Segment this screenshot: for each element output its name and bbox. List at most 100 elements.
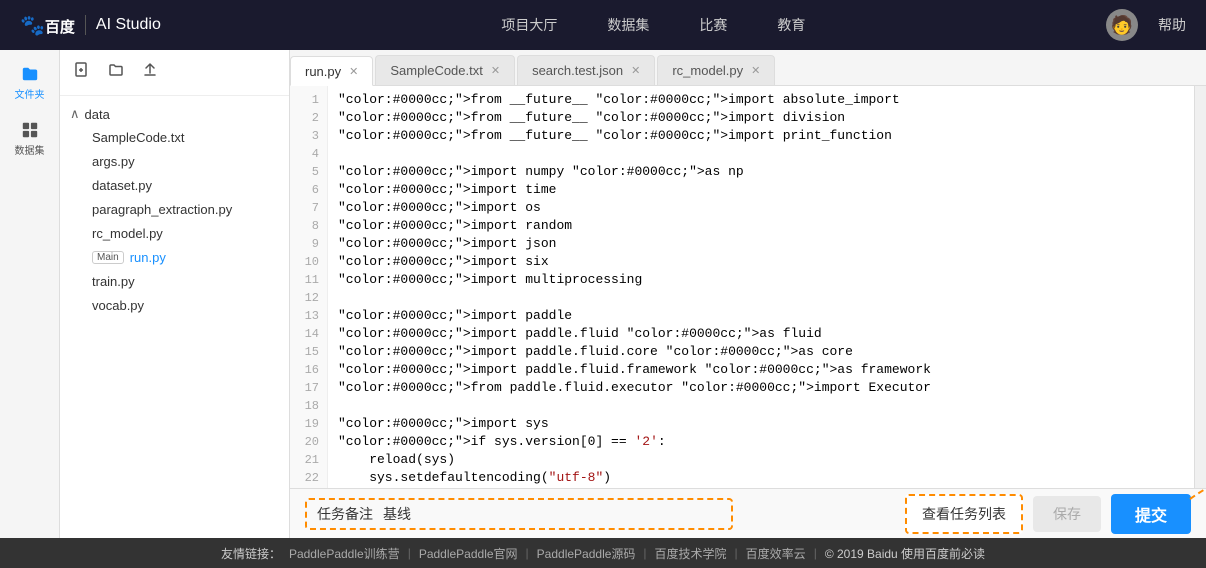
- scrollbar-vertical[interactable]: [1194, 86, 1206, 488]
- new-folder-button[interactable]: [104, 60, 128, 85]
- new-file-button[interactable]: [70, 60, 94, 85]
- file-tree: ∧ data SampleCode.txt args.py dataset.py…: [60, 50, 290, 538]
- main-layout: 文件夹 数据集: [0, 50, 1206, 538]
- code-line: "color:#0000cc;">import random: [338, 217, 1184, 235]
- submit-button[interactable]: 提交: [1111, 494, 1191, 534]
- baidu-logo: 🐾百度: [20, 13, 75, 38]
- tab-close-icon[interactable]: ✕: [491, 64, 500, 77]
- nav-link-projects[interactable]: 项目大厅: [501, 15, 557, 35]
- code-line: "color:#0000cc;">from __future__ "color:…: [338, 127, 1184, 145]
- code-line: [338, 145, 1184, 163]
- file-list: SampleCode.txt args.py dataset.py paragr…: [70, 128, 279, 315]
- editor-area: run.py ✕ SampleCode.txt ✕ search.test.js…: [290, 50, 1206, 538]
- tab-run-py[interactable]: run.py ✕: [290, 56, 373, 86]
- code-line: "color:#0000cc;">import os: [338, 199, 1184, 217]
- line-number: 20: [290, 433, 327, 451]
- file-item[interactable]: dataset.py: [88, 176, 279, 195]
- nav-link-datasets[interactable]: 数据集: [607, 15, 649, 35]
- line-number: 7: [290, 199, 327, 217]
- code-line: [338, 289, 1184, 307]
- tab-label: search.test.json: [532, 63, 623, 78]
- file-item[interactable]: vocab.py: [88, 296, 279, 315]
- line-number: 14: [290, 325, 327, 343]
- sidebar-item-files[interactable]: 文件夹: [12, 65, 48, 101]
- editor-tabs: run.py ✕ SampleCode.txt ✕ search.test.js…: [290, 50, 1206, 86]
- left-sidebar: 文件夹 数据集: [0, 50, 60, 538]
- line-number: 9: [290, 235, 327, 253]
- tab-rc-model[interactable]: rc_model.py ✕: [657, 55, 775, 85]
- tab-close-icon[interactable]: ✕: [631, 64, 640, 77]
- file-name: args.py: [92, 154, 135, 169]
- file-name: SampleCode.txt: [92, 130, 185, 145]
- folder-data[interactable]: ∧ data: [70, 106, 279, 122]
- tab-label: SampleCode.txt: [390, 63, 483, 78]
- task-input-section: 任务备注 基线: [305, 498, 733, 530]
- line-number: 6: [290, 181, 327, 199]
- file-item-run[interactable]: Main run.py: [88, 248, 279, 267]
- sidebar-files-label: 文件夹: [15, 86, 45, 101]
- footer-link-academy[interactable]: 百度技术学院: [655, 545, 727, 562]
- line-number: 2: [290, 109, 327, 127]
- nav-logo: 🐾百度 AI Studio: [20, 13, 161, 38]
- line-number: 18: [290, 397, 327, 415]
- file-name: rc_model.py: [92, 226, 163, 241]
- footer-link-official[interactable]: PaddlePaddle官网: [419, 545, 518, 562]
- file-item[interactable]: train.py: [88, 272, 279, 291]
- footer-prefix: 友情链接：: [221, 545, 281, 562]
- task-input[interactable]: [421, 506, 721, 522]
- sidebar-item-datasets[interactable]: 数据集: [12, 121, 48, 157]
- file-name-active: run.py: [130, 250, 166, 265]
- file-tree-toolbar: [60, 60, 289, 96]
- file-item[interactable]: rc_model.py: [88, 224, 279, 243]
- code-line: "color:#0000cc;">import multiprocessing: [338, 271, 1184, 289]
- tab-close-icon[interactable]: ✕: [349, 65, 358, 78]
- line-number: 12: [290, 289, 327, 307]
- code-line: "color:#0000cc;">import time: [338, 181, 1184, 199]
- line-number: 21: [290, 451, 327, 469]
- bottom-bar: 任务备注 基线 查看任务列表 保存 提交: [290, 488, 1206, 538]
- nav-link-competition[interactable]: 比赛: [699, 15, 727, 35]
- top-navigation: 🐾百度 AI Studio 项目大厅 数据集 比赛 教育 🧑 帮助: [0, 0, 1206, 50]
- new-file-icon: [74, 62, 90, 78]
- code-line: "color:#0000cc;">import json: [338, 235, 1184, 253]
- code-line: "color:#0000cc;">import six: [338, 253, 1184, 271]
- file-name: vocab.py: [92, 298, 144, 313]
- code-line: "color:#0000cc;">import sys: [338, 415, 1184, 433]
- nav-link-education[interactable]: 教育: [777, 15, 805, 35]
- line-number: 3: [290, 127, 327, 145]
- code-line: "color:#0000cc;">import paddle: [338, 307, 1184, 325]
- avatar[interactable]: 🧑: [1106, 9, 1138, 41]
- file-name: train.py: [92, 274, 135, 289]
- tab-label: rc_model.py: [672, 63, 743, 78]
- code-line: "color:#0000cc;">if sys.version[0] == '2…: [338, 433, 1184, 451]
- file-item[interactable]: args.py: [88, 152, 279, 171]
- footer-link-source[interactable]: PaddlePaddle源码: [537, 545, 636, 562]
- line-number: 5: [290, 163, 327, 181]
- save-button[interactable]: 保存: [1033, 496, 1101, 532]
- tab-search-json[interactable]: search.test.json ✕: [517, 55, 655, 85]
- tab-samplecode[interactable]: SampleCode.txt ✕: [375, 55, 515, 85]
- tab-close-icon[interactable]: ✕: [751, 64, 760, 77]
- file-name: paragraph_extraction.py: [92, 202, 232, 217]
- line-number: 4: [290, 145, 327, 163]
- view-tasks-button[interactable]: 查看任务列表: [905, 494, 1023, 534]
- line-number: 13: [290, 307, 327, 325]
- nav-help[interactable]: 帮助: [1158, 15, 1186, 35]
- code-editor[interactable]: 123456789101112131415161718192021222324 …: [290, 86, 1206, 488]
- code-line: "color:#0000cc;">from __future__ "color:…: [338, 109, 1184, 127]
- upload-button[interactable]: [138, 60, 162, 85]
- code-line: "color:#0000cc;">import paddle.fluid.cor…: [338, 343, 1184, 361]
- file-item[interactable]: SampleCode.txt: [88, 128, 279, 147]
- folder-arrow: ∧: [70, 106, 80, 122]
- code-content[interactable]: "color:#0000cc;">from __future__ "color:…: [328, 86, 1194, 488]
- folder-name: data: [85, 107, 110, 122]
- code-line: [338, 397, 1184, 415]
- baseline-label: 基线: [383, 504, 411, 524]
- file-tree-content: ∧ data SampleCode.txt args.py dataset.py…: [60, 96, 289, 528]
- footer-link-cloud[interactable]: 百度效率云: [746, 545, 806, 562]
- footer-link-training[interactable]: PaddlePaddle训练营: [289, 545, 400, 562]
- task-label: 任务备注: [317, 504, 373, 524]
- line-number: 1: [290, 91, 327, 109]
- code-line: reload(sys): [338, 451, 1184, 469]
- file-item[interactable]: paragraph_extraction.py: [88, 200, 279, 219]
